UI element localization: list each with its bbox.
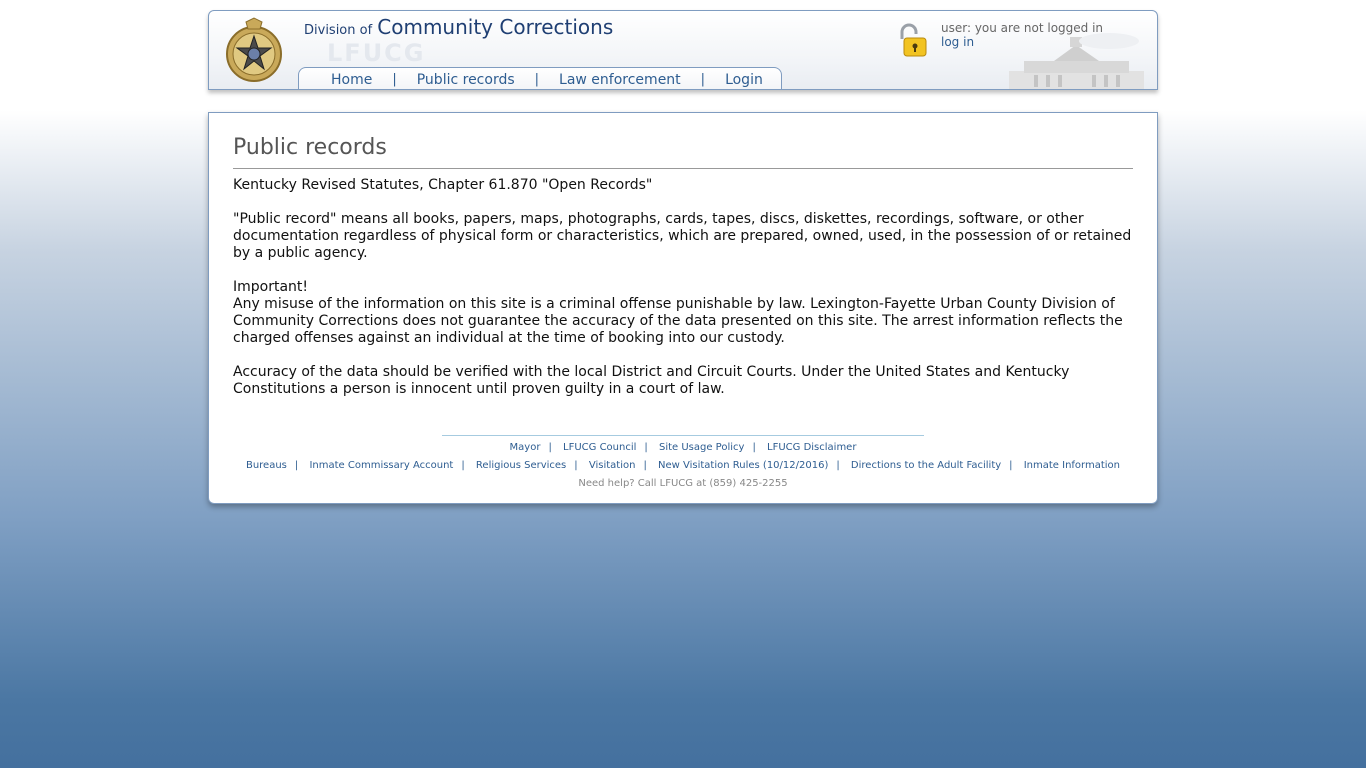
police-badge-icon [226,17,282,82]
nav-separator: | [392,72,397,87]
footer-link-mayor[interactable]: Mayor [510,442,541,453]
nav-public-records[interactable]: Public records [405,72,527,88]
misuse-warning: Any misuse of the information on this si… [233,296,1123,346]
footer-link-directions[interactable]: Directions to the Adult Facility [851,460,1001,471]
statute-heading: Kentucky Revised Statutes, Chapter 61.87… [233,177,653,193]
title-main: Community Corrections [377,15,614,39]
nav-separator: | [700,72,706,87]
footer-link-commissary[interactable]: Inmate Commissary Account [309,460,453,471]
accuracy-notice: Accuracy of the data should be verified … [233,364,1070,397]
site-header: LFUCG Division of Community Corrections … [208,10,1158,90]
footer-link-visitation-rules[interactable]: New Visitation Rules (10/12/2016) [658,460,828,471]
nav-law-enforcement[interactable]: Law enforcement [547,72,693,88]
lfucg-watermark: LFUCG [327,39,426,67]
help-text: Need help? Call LFUCG at (859) 425-2255 [578,478,788,489]
footer-links-primary: Mayor | LFUCG Council | Site Usage Policy |… [509,442,857,453]
footer-link-council[interactable]: LFUCG Council [563,442,636,453]
footer-link-inmate-info[interactable]: Inmate Information [1024,460,1120,471]
main-content: Public records Kentucky Revised Statutes… [208,112,1158,504]
public-record-definition: "Public record" means all books, papers,… [233,211,1132,261]
footer-link-religious-services[interactable]: Religious Services [476,460,566,471]
nav-separator: | [534,72,540,87]
footer-link-usage-policy[interactable]: Site Usage Policy [659,442,744,453]
nav-home[interactable]: Home [319,72,384,88]
building-sketch-icon [1009,33,1144,89]
page-title: Public records [233,135,1133,169]
footer-link-visitation[interactable]: Visitation [589,460,636,471]
footer-divider [442,435,924,436]
footer-link-disclaimer[interactable]: LFUCG Disclaimer [767,442,856,453]
main-nav: Home | Public records | Law enforcement … [298,67,782,89]
padlock-open-icon [900,23,927,57]
important-heading: Important! [233,279,309,295]
site-title: Division of Community Corrections [304,15,613,39]
title-prefix: Division of [304,23,373,38]
nav-login[interactable]: Login [713,72,775,88]
footer-link-bureaus[interactable]: Bureaus [246,460,287,471]
footer-links-secondary: Bureaus | Inmate Commissary Account | Reli… [245,460,1121,471]
